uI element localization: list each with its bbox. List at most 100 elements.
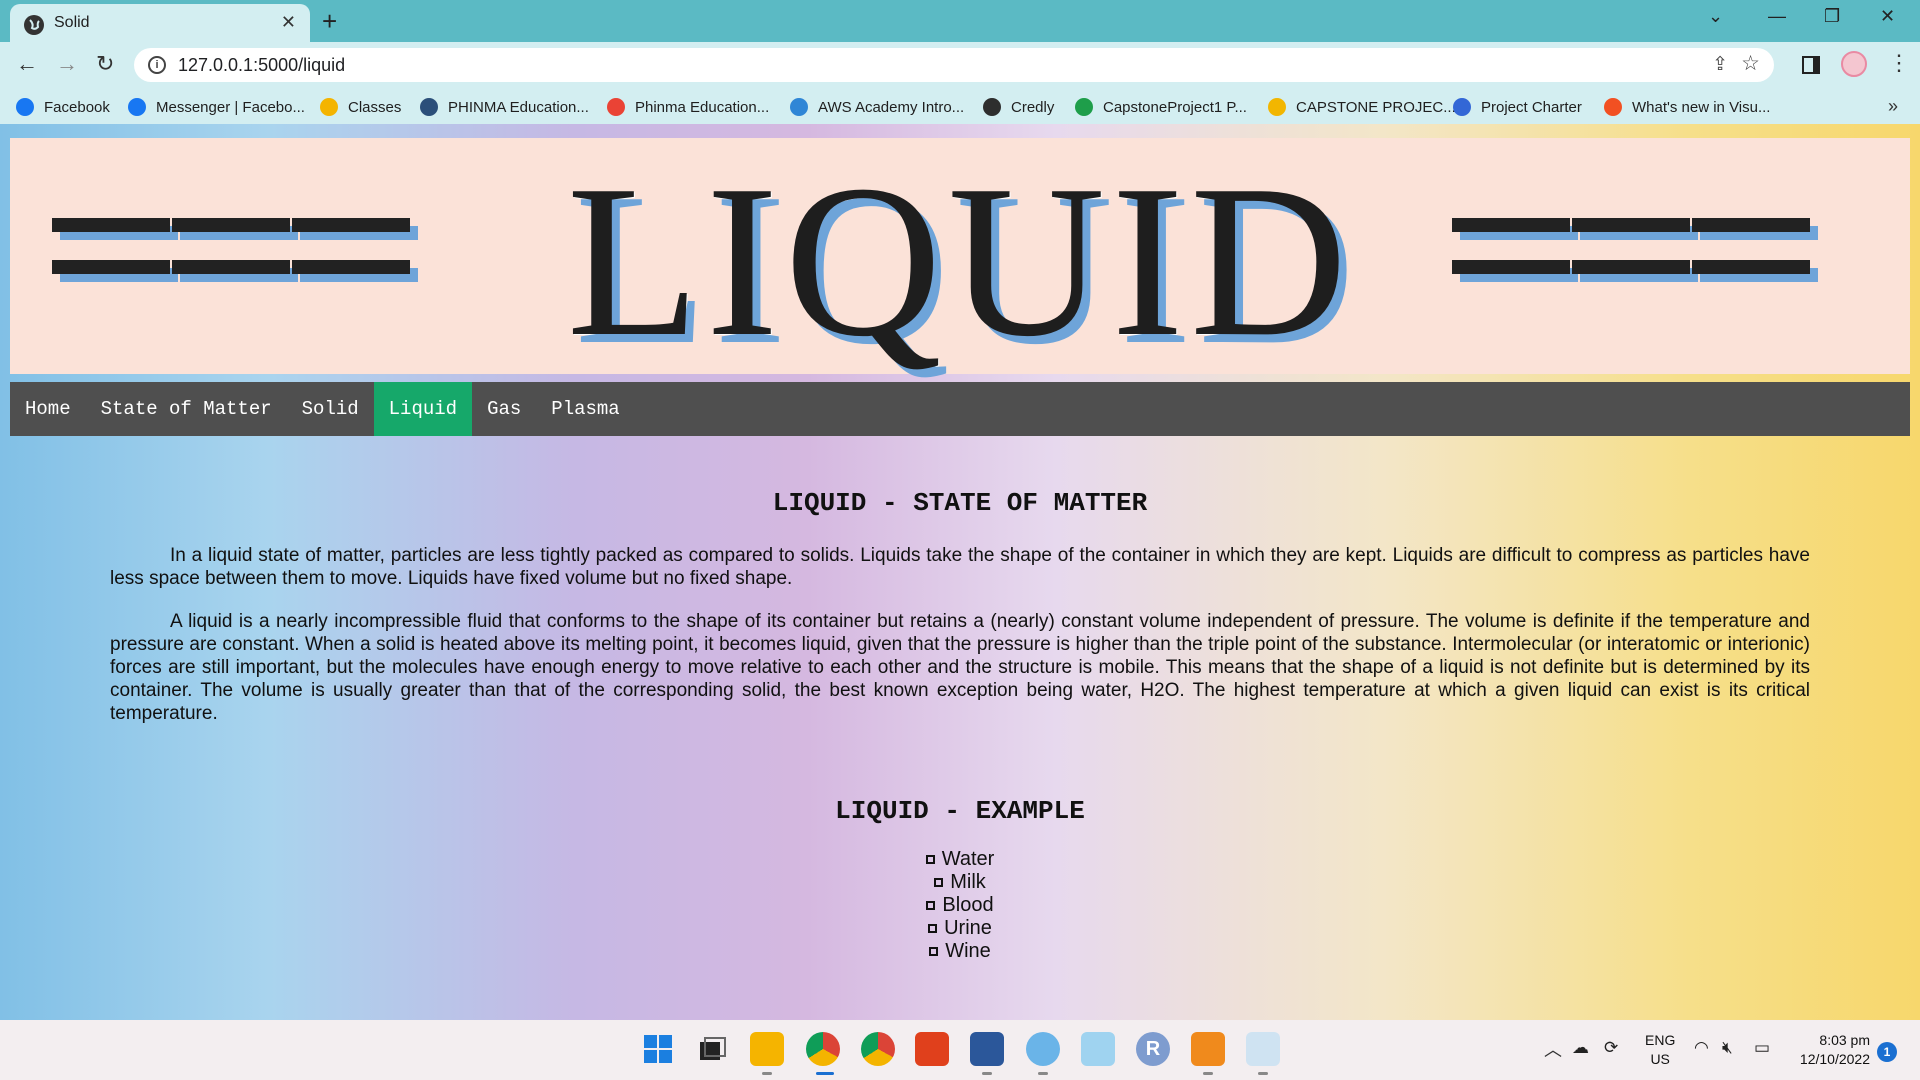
- chrome-profile-icon[interactable]: [861, 1032, 895, 1066]
- close-tab-icon[interactable]: ✕: [281, 12, 296, 33]
- bookmark-label: What's new in Visu...: [1632, 98, 1771, 116]
- bookmark-label: AWS Academy Intro...: [818, 98, 965, 116]
- bookmark-item[interactable]: Project Charter: [1453, 96, 1582, 118]
- sheets-icon: [1075, 98, 1093, 116]
- close-window-button[interactable]: ✕: [1880, 6, 1895, 27]
- edge-icon[interactable]: [1026, 1032, 1060, 1066]
- start-windows-icon[interactable]: [641, 1032, 675, 1066]
- wifi-icon[interactable]: ◠: [1694, 1038, 1709, 1058]
- sync-icon[interactable]: ⟳: [1604, 1038, 1618, 1058]
- forward-icon[interactable]: →: [56, 52, 78, 76]
- minimize-button[interactable]: —: [1768, 6, 1786, 27]
- onedrive-icon[interactable]: ☁: [1572, 1038, 1589, 1058]
- file-explorer-icon[interactable]: [750, 1032, 784, 1066]
- square-bullet-icon: [925, 855, 935, 864]
- paragraph-details: A liquid is a nearly incompressible flui…: [110, 611, 1810, 724]
- tab-title: Solid: [54, 14, 90, 31]
- browser-toolbar: ← → ↻ i 127.0.0.1:5000/liquid ⇪ ☆ ⋮: [0, 42, 1920, 88]
- bookmark-item[interactable]: Phinma Education...: [607, 96, 769, 118]
- bookmark-item[interactable]: CAPSTONE PROJEC...: [1268, 96, 1456, 118]
- bookmark-item[interactable]: CapstoneProject1 P...: [1075, 96, 1247, 118]
- square-bullet-icon: [928, 924, 938, 933]
- nav-item-plasma[interactable]: Plasma: [536, 382, 634, 436]
- page-viewport: LIQUID Home State of Matter Solid Liquid Gas…: [0, 124, 1920, 1020]
- credly-icon: [983, 98, 1001, 116]
- example-label: Water: [941, 848, 995, 870]
- example-label: Blood: [942, 894, 994, 916]
- paragraph-intro: In a liquid state of matter, particles a…: [110, 545, 1810, 589]
- nav-item-solid[interactable]: Solid: [287, 382, 374, 436]
- section-heading-example: LIQUID - EXAMPLE: [835, 796, 1085, 826]
- site-info-icon[interactable]: i: [148, 56, 166, 74]
- bookmarks-bar: Facebook Messenger | Facebo... Classes PHIN…: [0, 88, 1920, 124]
- main-navigation: Home State of Matter Solid Liquid Gas Plasma: [10, 382, 1910, 436]
- example-list-item: Blood: [0, 894, 1920, 917]
- square-bullet-icon: [934, 878, 944, 887]
- classroom-icon: [320, 98, 338, 116]
- word-icon[interactable]: [970, 1032, 1004, 1066]
- square-bullet-icon: [926, 901, 936, 910]
- task-view-icon[interactable]: [695, 1032, 729, 1066]
- example-label: Milk: [950, 871, 986, 893]
- bookmark-label: Facebook: [44, 98, 110, 116]
- more-bookmarks-icon[interactable]: »: [1888, 96, 1898, 117]
- bookmark-item[interactable]: Credly: [983, 96, 1054, 118]
- notification-badge[interactable]: 1: [1877, 1042, 1897, 1062]
- show-hidden-icons-icon[interactable]: ︿: [1544, 1036, 1562, 1062]
- bookmark-item[interactable]: What's new in Visu...: [1604, 96, 1770, 118]
- menu-kebab-icon[interactable]: ⋮: [1888, 50, 1910, 76]
- bookmark-label: Project Charter: [1481, 98, 1582, 116]
- side-panel-icon[interactable]: [1802, 56, 1820, 74]
- bookmark-item[interactable]: PHINMA Education...: [420, 96, 589, 118]
- bookmark-label: Messenger | Facebo...: [156, 98, 305, 116]
- battery-icon[interactable]: ▭: [1754, 1038, 1770, 1058]
- contacts-icon: [1453, 98, 1471, 116]
- bookmark-item[interactable]: AWS Academy Intro...: [790, 96, 964, 118]
- bookmark-item[interactable]: Messenger | Facebo...: [128, 96, 305, 118]
- facebook-icon: [128, 98, 146, 116]
- app-icon[interactable]: [1081, 1032, 1115, 1066]
- nav-item-gas[interactable]: Gas: [472, 382, 536, 436]
- bookmark-label: Phinma Education...: [635, 98, 770, 116]
- facebook-icon: [16, 98, 34, 116]
- section-heading-state: LIQUID - STATE OF MATTER: [772, 488, 1148, 518]
- share-icon[interactable]: ⇪: [1712, 53, 1728, 76]
- network-app-icon[interactable]: [1246, 1032, 1280, 1066]
- bookmark-star-icon[interactable]: ☆: [1741, 51, 1760, 76]
- nav-item-state-of-matter[interactable]: State of Matter: [86, 382, 287, 436]
- nav-item-home[interactable]: Home: [10, 382, 86, 436]
- address-bar[interactable]: i 127.0.0.1:5000/liquid ⇪ ☆: [134, 48, 1774, 82]
- nav-item-liquid[interactable]: Liquid: [373, 382, 473, 436]
- browser-tab[interactable]: Solid ✕: [10, 4, 310, 42]
- language-code: ENG: [1645, 1032, 1676, 1048]
- region-code: US: [1650, 1051, 1670, 1067]
- bookmark-label: Classes: [348, 98, 402, 116]
- bookmark-label: Credly: [1011, 98, 1055, 116]
- bookmark-label: PHINMA Education...: [448, 98, 589, 116]
- globe-icon: [420, 98, 438, 116]
- clock[interactable]: 8:03 pm 12/10/2022: [1790, 1031, 1870, 1069]
- chrome-icon[interactable]: [806, 1032, 840, 1066]
- r-app-icon[interactable]: R: [1136, 1032, 1170, 1066]
- gmail-icon: [607, 98, 625, 116]
- office-icon[interactable]: [915, 1032, 949, 1066]
- sublime-text-icon[interactable]: [1191, 1032, 1225, 1066]
- profile-avatar[interactable]: [1841, 51, 1867, 77]
- reload-icon[interactable]: ↻: [96, 52, 114, 76]
- url-text[interactable]: 127.0.0.1:5000/liquid: [178, 55, 345, 76]
- speaker-muted-icon[interactable]: 🔇︎: [1722, 1038, 1733, 1058]
- example-label: Wine: [945, 940, 991, 962]
- bookmark-item[interactable]: Classes: [320, 96, 401, 118]
- example-list-item: Milk: [0, 871, 1920, 894]
- bookmark-item[interactable]: Facebook: [16, 96, 110, 118]
- banner-title: LIQUID: [566, 141, 1354, 382]
- example-label: Urine: [944, 917, 992, 939]
- language-indicator[interactable]: ENG US: [1645, 1031, 1675, 1069]
- tab-search-icon[interactable]: ⌄: [1708, 6, 1723, 27]
- restore-button[interactable]: ❐: [1824, 6, 1840, 27]
- back-icon[interactable]: ←: [16, 52, 38, 76]
- bookmark-label: CAPSTONE PROJEC...: [1296, 98, 1456, 116]
- windows-taskbar: R ︿ ☁ ⟳ ENG US ◠ 🔇︎ ▭ 8:03 pm 12/10/2022…: [0, 1020, 1920, 1080]
- new-tab-button[interactable]: +: [322, 6, 337, 36]
- cloud-icon: [790, 98, 808, 116]
